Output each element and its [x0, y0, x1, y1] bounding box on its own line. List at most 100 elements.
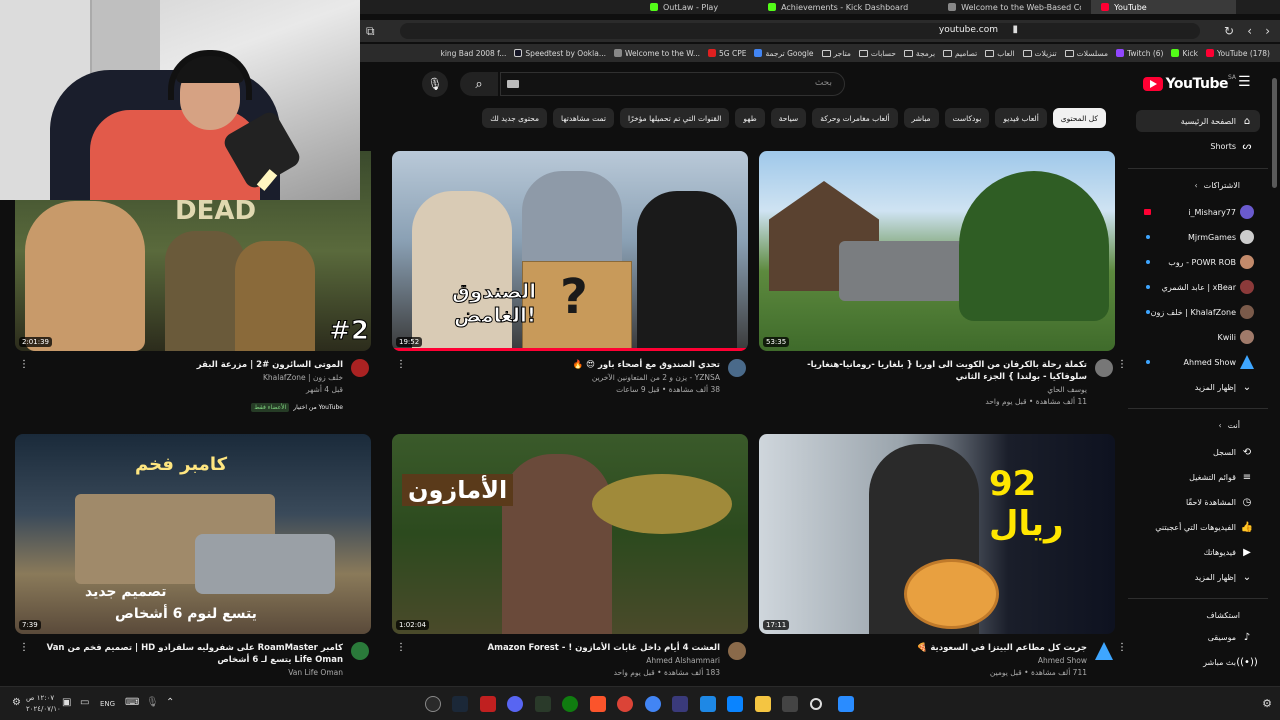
sidebar-sub-item[interactable]: عابد الشمري | xBear — [1136, 276, 1260, 298]
sidebar-sub-item[interactable]: روب - POWR ROB — [1136, 251, 1260, 273]
bookmark-folder[interactable]: مسلسلات — [1064, 49, 1108, 58]
channel-name[interactable]: Van Life Oman — [288, 668, 343, 677]
app-icon[interactable] — [672, 696, 688, 712]
bookmark-movie[interactable]: king Bad 2008 f... — [440, 49, 506, 58]
app-icon[interactable] — [700, 696, 716, 712]
more-actions-icon[interactable]: ⋮ — [19, 642, 29, 653]
more-actions-icon[interactable]: ⋮ — [396, 359, 406, 370]
chevron-up-icon[interactable]: ⌃ — [166, 697, 174, 708]
search-button[interactable]: ⌕ — [460, 72, 498, 96]
tab-web-config[interactable]: Welcome to the Web-Based Config — [938, 0, 1091, 14]
terminal-icon[interactable] — [535, 696, 551, 712]
back-icon[interactable]: ‹ — [1247, 24, 1252, 38]
channel-avatar[interactable] — [728, 359, 746, 377]
sidebar-item-shorts[interactable]: ᔕ Shorts — [1136, 135, 1260, 157]
sidebar-item-playlists[interactable]: ≡ قوائم التشغيل — [1136, 466, 1260, 488]
video-title[interactable]: كامبر RoamMaster على شفروليه سلفرادو HD … — [33, 642, 343, 666]
brave-icon[interactable] — [590, 696, 606, 712]
chrome-icon[interactable] — [617, 696, 633, 712]
sidebar-item-history[interactable]: ⟲ السجل — [1136, 441, 1260, 463]
subscriptions-header[interactable]: ‹ الاشتراكات — [1136, 176, 1260, 194]
forward-icon[interactable]: › — [1265, 24, 1270, 38]
sidebar-show-more[interactable]: ⌄ إظهار المزيد — [1136, 376, 1260, 398]
channel-name[interactable]: Ahmed Alshammari — [646, 656, 720, 665]
channel-name[interactable]: YZNSA - يزن و 2 من المتعاونين الآخرين — [592, 373, 720, 382]
scrollbar[interactable] — [1272, 68, 1278, 688]
bookmark-kick[interactable]: Kick — [1171, 49, 1198, 58]
search-icon[interactable] — [810, 698, 822, 710]
youtube-logo[interactable]: YouTube SA — [1142, 74, 1236, 92]
chip-all[interactable]: كل المحتوى — [1052, 108, 1106, 128]
video-thumbnail[interactable]: كامبر فخم تصميم جديد يتسع لنوم 6 أشخاص 7… — [15, 434, 371, 634]
url-field[interactable] — [400, 23, 1200, 39]
chip[interactable]: طهو — [735, 108, 765, 128]
more-actions-icon[interactable]: ⋮ — [1117, 359, 1127, 370]
camera-icon[interactable]: ▣ — [62, 697, 71, 708]
app-icon[interactable] — [480, 696, 496, 712]
video-title[interactable]: الموتى السائرون #2 | مزرعة البقر — [33, 359, 343, 371]
windows-start-icon[interactable] — [838, 696, 854, 712]
task-view-icon[interactable] — [782, 696, 798, 712]
chrome-icon[interactable] — [645, 696, 661, 712]
more-actions-icon[interactable]: ⋮ — [19, 359, 29, 370]
sidebar-sub-item[interactable]: Ahmed Show — [1136, 351, 1260, 373]
chip[interactable]: ألعاب مغامرات وحركة — [812, 108, 898, 128]
display-icon[interactable]: ▭ — [80, 697, 89, 708]
sidebar-show-more[interactable]: ⌄ إظهار المزيد — [1136, 566, 1260, 588]
sidebar-item-home[interactable]: ⌂ الصفحة الرئيسية — [1136, 110, 1260, 132]
bookmark-folder[interactable]: متاجر — [821, 49, 851, 58]
folder-icon[interactable] — [755, 696, 771, 712]
you-header[interactable]: ‹ أنت — [1136, 416, 1260, 434]
chip[interactable]: سياحة — [770, 108, 807, 128]
video-title[interactable]: تكملة رحلة بالكرفان من الكويت الى اوربا … — [777, 359, 1087, 383]
more-actions-icon[interactable]: ⋮ — [396, 642, 406, 653]
obs-icon[interactable] — [425, 696, 441, 712]
bookmark-folder[interactable]: برمجة — [903, 49, 935, 58]
clock-date[interactable]: ٢٠٢٤/٠٧/١٠ — [26, 705, 61, 713]
keyboard-icon[interactable]: ⌨ — [125, 697, 139, 708]
bookmark-folder[interactable]: تصاميم — [943, 49, 977, 58]
settings-icon[interactable]: ⚙ — [12, 697, 21, 708]
bookmark-5g[interactable]: 5G CPE — [708, 49, 746, 58]
search-input[interactable]: بحث — [500, 72, 845, 96]
chip[interactable]: مباشر — [903, 108, 939, 128]
reload-icon[interactable]: ↻ — [1224, 24, 1234, 38]
channel-avatar[interactable] — [728, 642, 746, 660]
clock-time[interactable]: ١٢:٠٧ ص — [26, 694, 54, 702]
bookmark-welcome[interactable]: Welcome to the W... — [613, 49, 700, 58]
channel-avatar[interactable] — [1095, 359, 1113, 377]
keyboard-icon[interactable] — [507, 80, 519, 88]
chip[interactable]: ألعاب فيديو — [995, 108, 1047, 128]
scrollbar-thumb[interactable] — [1272, 78, 1277, 188]
bookmark-icon[interactable]: ▮ — [1012, 24, 1018, 35]
video-title[interactable]: تحدي الصندوق مع أصحاء باور 😍 🔥 — [410, 359, 720, 371]
chip[interactable]: تمت مشاهدتها — [553, 108, 614, 128]
nav-icon[interactable]: ⧉ — [366, 24, 375, 39]
channel-name[interactable]: خلف زون | KhalafZone — [263, 373, 343, 382]
bookmark-speedtest[interactable]: Speedtest by Ookla... — [514, 49, 606, 58]
chip[interactable]: محتوى جديد لك — [482, 108, 548, 128]
sidebar-sub-item[interactable]: i_Mishary77 — [1136, 201, 1260, 223]
xbox-icon[interactable] — [562, 696, 578, 712]
sidebar-item-liked[interactable]: 👍 الفيديوهات التي أعجبتني — [1136, 516, 1260, 538]
tab-kick-dashboard[interactable]: Achievements - Kick Dashboard — [758, 0, 918, 14]
bookmark-folder[interactable]: تنزيلات — [1022, 49, 1057, 58]
discord-icon[interactable] — [507, 696, 523, 712]
sidebar-item-your-videos[interactable]: ▶ فيديوهاتك — [1136, 541, 1260, 563]
channel-name[interactable]: Ahmed Show — [1038, 656, 1087, 665]
sidebar-item-live[interactable]: ((•)) بث مباشر — [1136, 651, 1260, 673]
video-title[interactable]: العشت 4 أيام داخل غابات الأمازون ! - Ama… — [410, 642, 720, 654]
bookmark-folder[interactable]: حسابات — [858, 49, 896, 58]
mic-icon[interactable]: 🎙 — [146, 697, 159, 708]
bookmark-twitch[interactable]: Twitch (6) — [1116, 49, 1163, 58]
video-thumbnail[interactable]: ? الصندوق الغامض! 19:52 — [392, 151, 748, 351]
more-actions-icon[interactable]: ⋮ — [1117, 642, 1127, 653]
sidebar-item-music[interactable]: ♪ موسيقى — [1136, 626, 1260, 648]
steam-icon[interactable] — [452, 696, 468, 712]
video-thumbnail[interactable]: 92 ريال 17:11 — [759, 434, 1115, 634]
sidebar-sub-item[interactable]: Kwili — [1136, 326, 1260, 348]
video-thumbnail[interactable]: 53:35 — [759, 151, 1115, 351]
sidebar-sub-item[interactable]: MjrmGames — [1136, 226, 1260, 248]
tab-youtube[interactable]: YouTube — [1091, 0, 1237, 14]
channel-avatar[interactable] — [1095, 642, 1113, 660]
